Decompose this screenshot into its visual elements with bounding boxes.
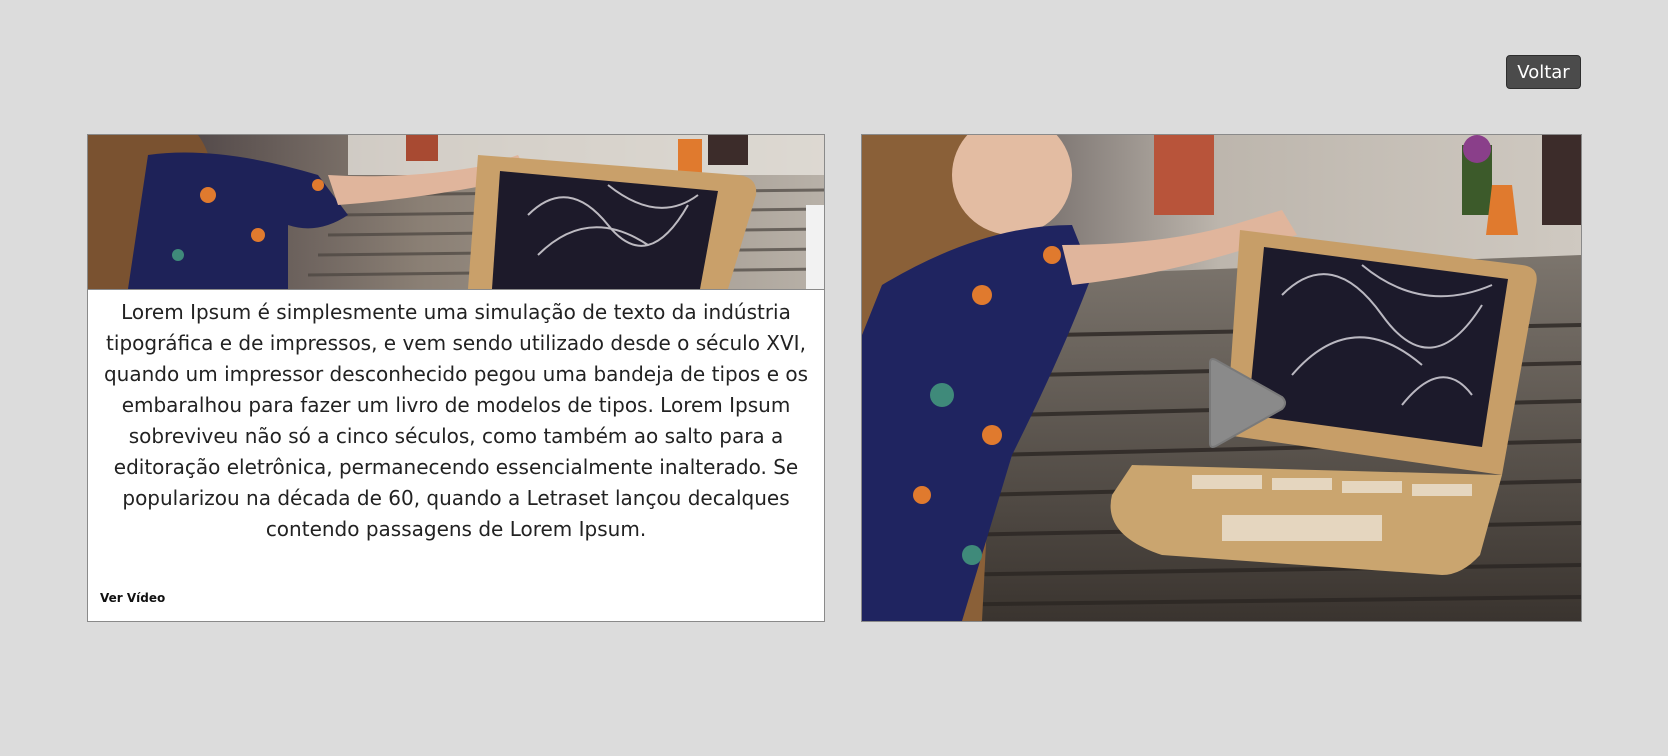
play-icon[interactable] bbox=[1200, 357, 1288, 449]
video-player[interactable] bbox=[861, 134, 1582, 622]
content-card: Lorem Ipsum é simplesmente uma simulação… bbox=[87, 134, 825, 622]
card-image bbox=[88, 135, 824, 290]
card-body-text: Lorem Ipsum é simplesmente uma simulação… bbox=[103, 300, 809, 541]
watch-video-link[interactable]: Ver Vídeo bbox=[100, 591, 165, 605]
back-button[interactable]: Voltar bbox=[1506, 55, 1581, 89]
